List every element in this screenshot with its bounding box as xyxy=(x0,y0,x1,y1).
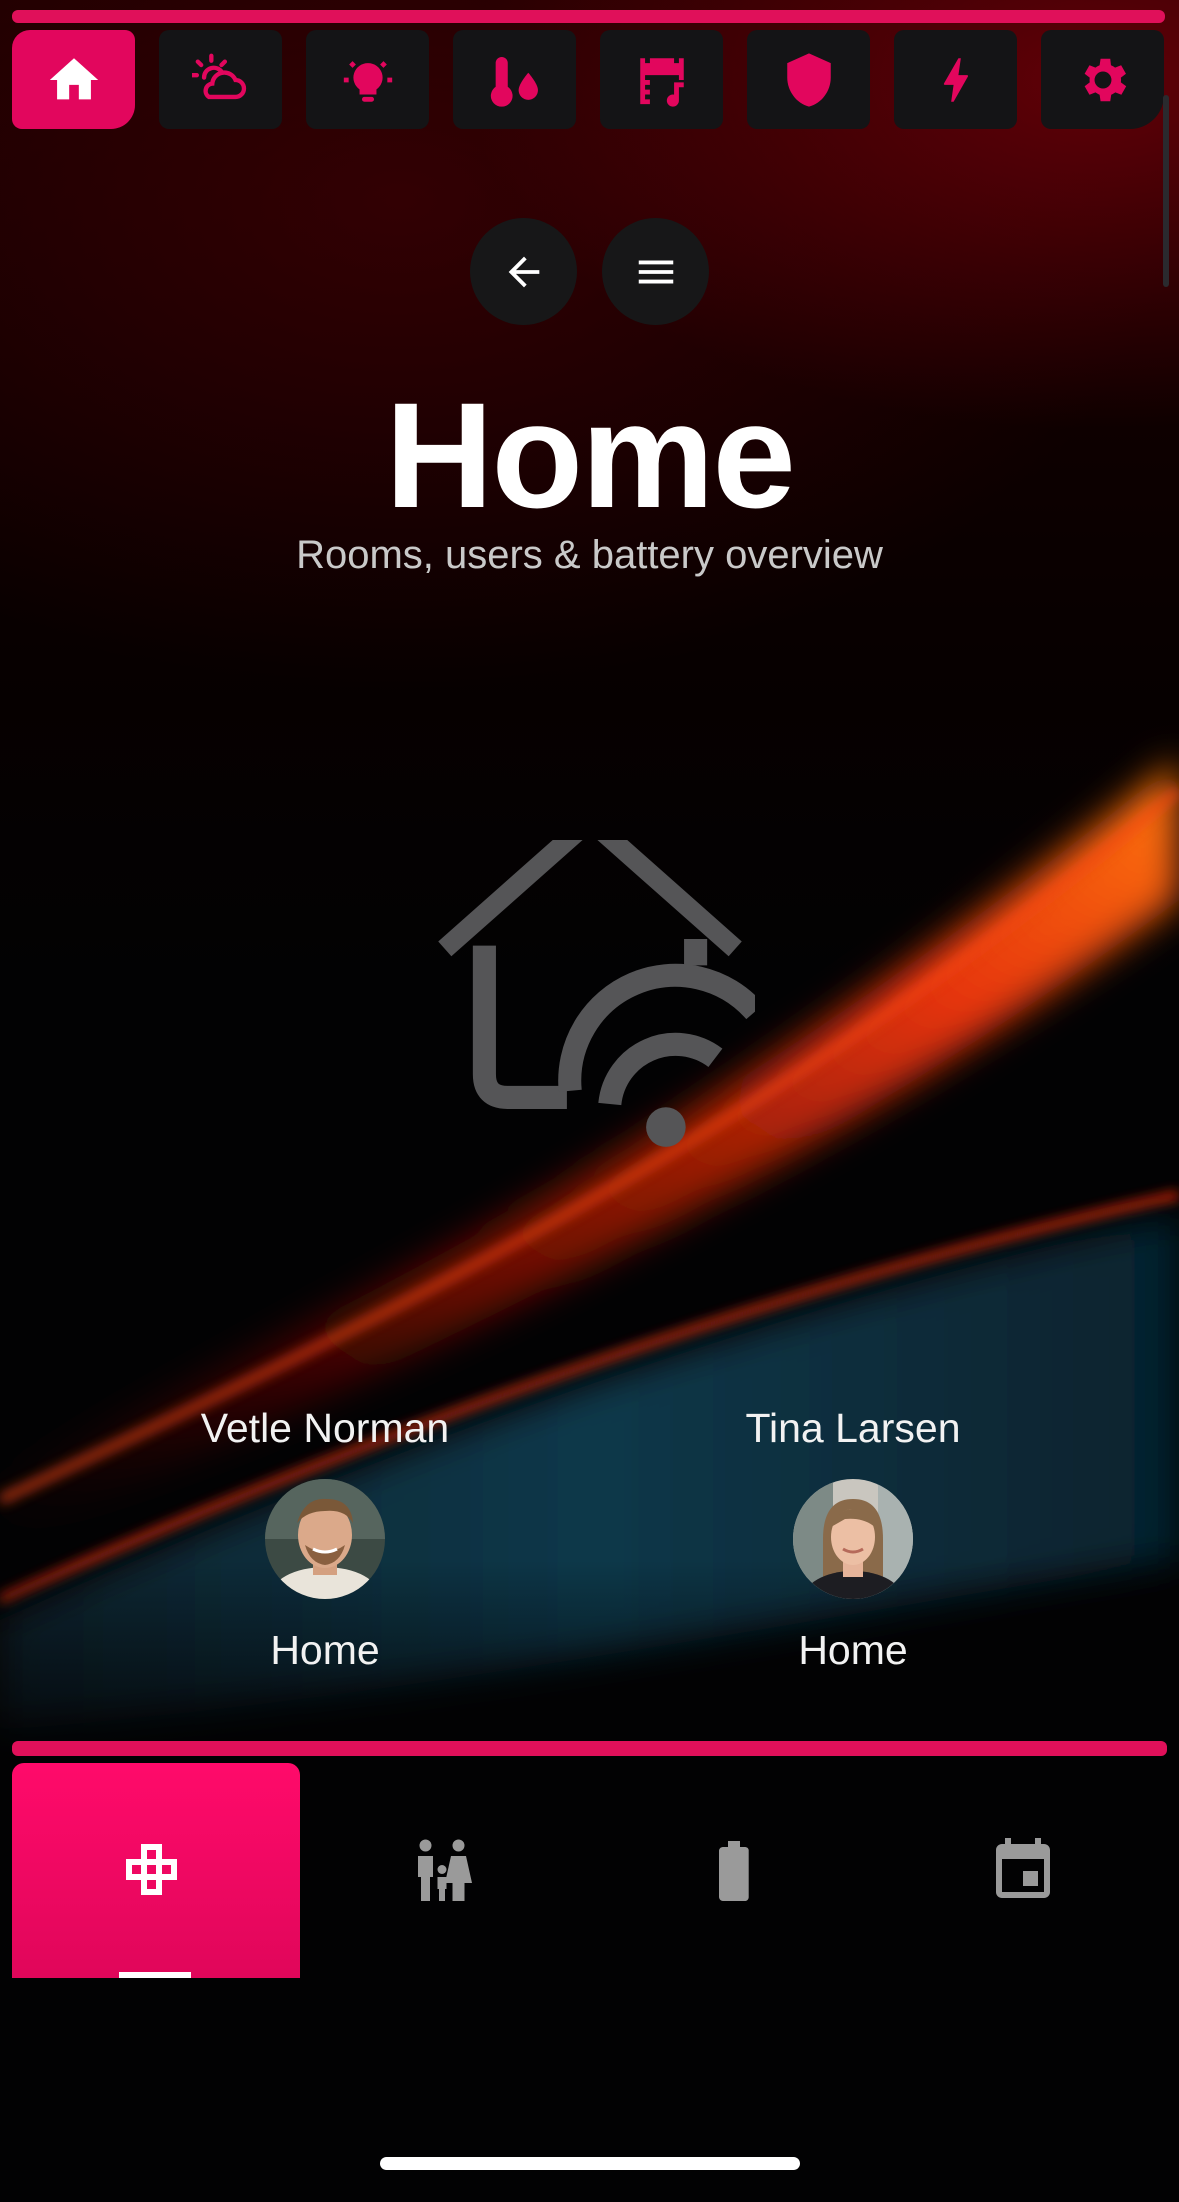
avatar[interactable] xyxy=(793,1479,913,1599)
battery-icon xyxy=(719,1840,749,1901)
user-card[interactable]: Tina Larsen Home xyxy=(653,1395,1053,1683)
bottom-tab-bar xyxy=(12,1763,1167,1978)
settings-icon xyxy=(1084,58,1126,101)
active-tab-indicator xyxy=(119,1972,191,1978)
nav-lights-button[interactable] xyxy=(306,30,429,129)
menu-button[interactable] xyxy=(602,218,709,325)
nav-settings-button[interactable] xyxy=(1041,30,1164,129)
nav-media-button[interactable] xyxy=(600,30,723,129)
weather-icon xyxy=(191,53,246,99)
back-button[interactable] xyxy=(470,218,577,325)
home-wifi-icon xyxy=(438,840,755,1147)
user-name: Tina Larsen xyxy=(745,1405,961,1451)
page-subtitle: Rooms, users & battery overview xyxy=(296,533,883,577)
energy-icon xyxy=(943,57,968,102)
home-indicator[interactable] xyxy=(380,2157,800,2170)
tab-battery[interactable] xyxy=(590,1763,878,1978)
nav-climate-button[interactable] xyxy=(453,30,576,129)
avatar[interactable] xyxy=(265,1479,385,1599)
nav-energy-button[interactable] xyxy=(894,30,1017,129)
family-icon xyxy=(418,1839,472,1901)
scroll-indicator[interactable] xyxy=(1163,95,1169,287)
nav-weather-button[interactable] xyxy=(159,30,282,129)
bottom-accent-bar xyxy=(12,1741,1167,1756)
climate-icon xyxy=(490,56,538,107)
tab-rooms[interactable] xyxy=(12,1763,300,1978)
nav-home-button[interactable] xyxy=(12,30,135,129)
nav-security-button[interactable] xyxy=(747,30,870,129)
top-navigation xyxy=(12,30,1167,130)
media-icon xyxy=(639,57,684,107)
top-accent-bar xyxy=(12,10,1165,23)
shield-icon xyxy=(786,52,831,107)
rooms-icon xyxy=(126,1843,177,1895)
arrow-left-icon xyxy=(508,256,539,287)
tab-calendar[interactable] xyxy=(879,1763,1167,1978)
user-presence-status: Home xyxy=(270,1627,380,1673)
home-icon xyxy=(49,57,98,99)
calendar-icon xyxy=(996,1837,1050,1898)
user-card[interactable]: Vetle Norman Home xyxy=(125,1395,525,1683)
tab-users[interactable] xyxy=(301,1763,589,1978)
user-name: Vetle Norman xyxy=(200,1405,450,1451)
lightbulb-icon xyxy=(343,60,392,102)
menu-icon xyxy=(638,260,673,283)
page-title: Home xyxy=(385,371,796,539)
user-presence-status: Home xyxy=(798,1627,908,1673)
